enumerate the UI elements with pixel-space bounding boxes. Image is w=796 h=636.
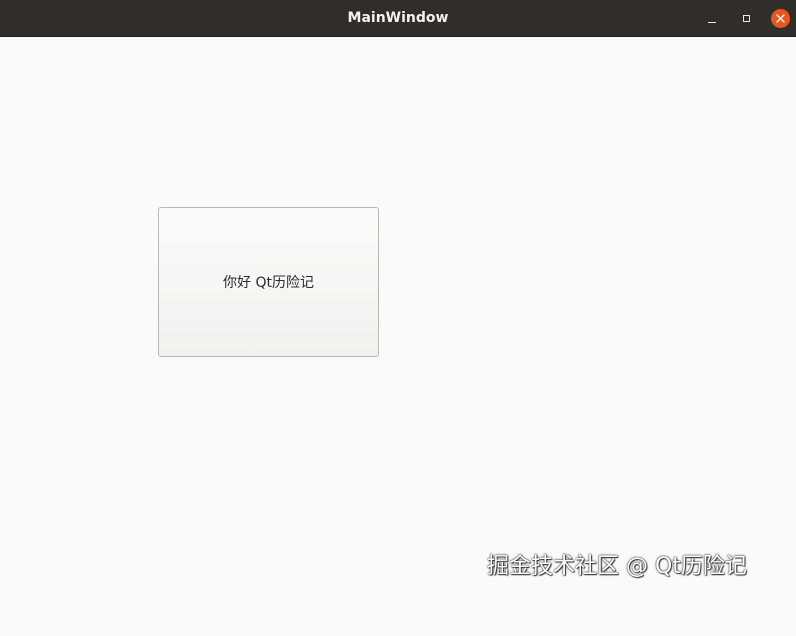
- close-icon: [770, 8, 790, 28]
- window-title: MainWindow: [347, 10, 449, 26]
- minimize-icon: [708, 21, 716, 23]
- maximize-button[interactable]: [736, 8, 756, 28]
- watermark-text: 掘金技术社区 @ Qt历险记: [487, 554, 747, 579]
- hello-push-button[interactable]: 你好 Qt历险记: [158, 207, 379, 357]
- central-widget: 你好 Qt历险记: [0, 37, 796, 636]
- minimize-button[interactable]: [702, 8, 722, 28]
- title-bar[interactable]: MainWindow: [0, 0, 796, 37]
- close-button[interactable]: [770, 8, 790, 28]
- maximize-icon: [742, 14, 750, 22]
- main-window: MainWindow 你好 Qt历险记 掘金技术社区 @ Qt历险记: [0, 0, 796, 636]
